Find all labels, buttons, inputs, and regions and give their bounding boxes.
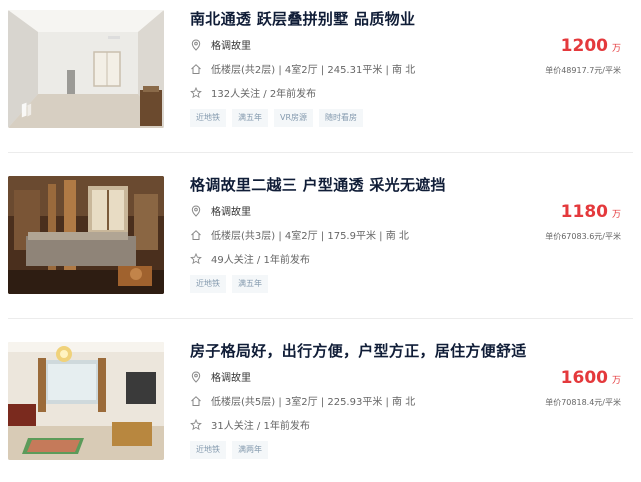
house-info-row: 低楼层(共3层) | 4室2厅 | 175.9平米 | 南 北 (190, 227, 409, 242)
listing-item[interactable]: 格调故里二越三 户型通透 采光无遮挡 格调故里 低楼层(共3层) | 4室2厅 … (0, 166, 641, 316)
total-price: 1600 万 (561, 368, 621, 388)
star-icon (190, 252, 202, 265)
tag-list: 近地铁 满两年 (190, 441, 268, 459)
listing-photo[interactable] (8, 176, 164, 294)
follow-info: 132人关注 / 2年前发布 (211, 89, 317, 100)
tag: 随时看房 (319, 109, 364, 127)
tag-list: 近地铁 满五年 (190, 275, 268, 293)
tag: 近地铁 (190, 441, 226, 459)
vr-badge-icon (21, 102, 32, 118)
follow-info-row: 31人关注 / 1年前发布 (190, 417, 310, 432)
total-price-value: 1180 (560, 202, 608, 222)
total-price-value: 1200 (560, 36, 608, 56)
tag: 满五年 (232, 109, 268, 127)
location-pin-icon (190, 370, 202, 383)
community-row: 格调故里 (190, 37, 251, 52)
listing-title[interactable]: 格调故里二越三 户型通透 采光无遮挡 (190, 174, 446, 195)
house-info: 低楼层(共5层) | 3室2厅 | 225.93平米 | 南 北 (211, 397, 416, 408)
listing-photo-image (8, 342, 164, 460)
house-info-row: 低楼层(共5层) | 3室2厅 | 225.93平米 | 南 北 (190, 393, 415, 408)
total-price: 1180 万 (561, 202, 621, 222)
total-price: 1200 万 (561, 36, 621, 56)
listing-divider (8, 318, 633, 319)
tag: 满五年 (232, 275, 268, 293)
house-info-row: 低楼层(共2层) | 4室2厅 | 245.31平米 | 南 北 (190, 61, 415, 76)
listing-photo[interactable] (8, 10, 164, 128)
house-icon (190, 229, 202, 241)
follow-info-row: 49人关注 / 1年前发布 (190, 251, 310, 266)
community-row: 格调故里 (190, 203, 251, 218)
tag: VR房源 (274, 109, 314, 127)
location-pin-icon (190, 38, 202, 51)
total-price-unit: 万 (611, 210, 621, 220)
tag-list: 近地铁 满五年 VR房源 随时看房 (190, 109, 364, 127)
location-pin-icon (190, 204, 202, 217)
follow-info-row: 132人关注 / 2年前发布 (190, 85, 316, 100)
listing-item[interactable]: 南北通透 跃层叠拼别墅 品质物业 格调故里 低楼层(共2层) | 4室2厅 | … (0, 0, 641, 150)
listing-photo[interactable] (8, 342, 164, 460)
listing-photo-image (8, 176, 164, 294)
unit-price: 单价70818.4元/平米 (545, 398, 621, 407)
total-price-unit: 万 (611, 376, 621, 386)
total-price-value: 1600 (560, 368, 608, 388)
total-price-unit: 万 (611, 44, 621, 54)
unit-price: 单价67083.6元/平米 (545, 232, 621, 241)
house-info: 低楼层(共2层) | 4室2厅 | 245.31平米 | 南 北 (211, 65, 416, 76)
community-link[interactable]: 格调故里 (211, 369, 251, 384)
follow-info: 31人关注 / 1年前发布 (211, 421, 310, 432)
tag: 近地铁 (190, 275, 226, 293)
house-icon (190, 395, 202, 407)
community-link[interactable]: 格调故里 (211, 37, 251, 52)
tag: 近地铁 (190, 109, 226, 127)
listing-title[interactable]: 房子格局好，出行方便，户型方正，居住方便舒适 (190, 340, 527, 361)
star-icon (190, 418, 202, 431)
listing-title[interactable]: 南北通透 跃层叠拼别墅 品质物业 (190, 8, 415, 29)
star-icon (190, 86, 202, 99)
follow-info: 49人关注 / 1年前发布 (211, 255, 310, 266)
house-info: 低楼层(共3层) | 4室2厅 | 175.9平米 | 南 北 (211, 231, 409, 242)
house-icon (190, 63, 202, 75)
listing-divider (8, 152, 633, 153)
listing-item[interactable]: 房子格局好，出行方便，户型方正，居住方便舒适 格调故里 低楼层(共5层) | 3… (0, 332, 641, 482)
unit-price: 单价48917.7元/平米 (545, 66, 621, 75)
community-link[interactable]: 格调故里 (211, 203, 251, 218)
community-row: 格调故里 (190, 369, 251, 384)
tag: 满两年 (232, 441, 268, 459)
